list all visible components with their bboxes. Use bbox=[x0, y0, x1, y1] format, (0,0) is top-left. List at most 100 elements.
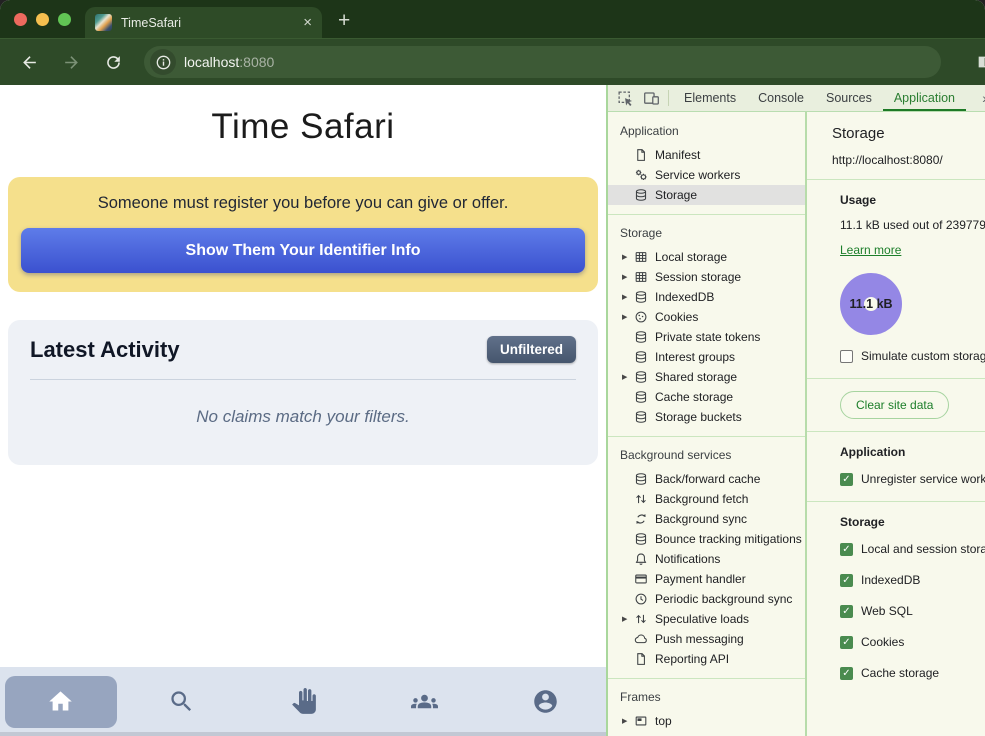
sidebar-item-storage[interactable]: Storage bbox=[608, 185, 805, 205]
tab-elements[interactable]: Elements bbox=[673, 85, 747, 111]
simulate-label: Simulate custom storage bbox=[861, 349, 985, 363]
unregister-row: Unregister service workers bbox=[840, 472, 985, 486]
reload-button[interactable] bbox=[96, 45, 130, 79]
close-window-button[interactable] bbox=[14, 13, 27, 26]
learn-more-link[interactable]: Learn more bbox=[840, 243, 901, 257]
devtools-sidebar: Application Manifest Service workers Sto… bbox=[608, 112, 807, 736]
devtools-panel: Elements Console Sources Application » A… bbox=[606, 85, 985, 736]
device-toolbar-icon[interactable] bbox=[638, 85, 664, 111]
new-tab-button[interactable]: + bbox=[338, 9, 350, 33]
tab-application[interactable]: Application bbox=[883, 85, 966, 111]
bottom-navigation bbox=[0, 667, 606, 736]
clear-data-row: Clear site data including third-party co… bbox=[807, 379, 985, 432]
browser-tab[interactable]: TimeSafari × bbox=[85, 7, 322, 38]
database-icon bbox=[634, 350, 648, 364]
sidebar-item-periodic-background-sync[interactable]: Periodic background sync bbox=[608, 589, 805, 609]
sidebar-item-bounce-tracking[interactable]: Bounce tracking mitigations bbox=[608, 529, 805, 549]
tab-close-icon[interactable]: × bbox=[303, 15, 312, 30]
database-icon bbox=[634, 390, 648, 404]
latest-activity-card: Latest Activity Unfiltered No claims mat… bbox=[8, 320, 598, 465]
nav-search-button[interactable] bbox=[121, 688, 242, 715]
alert-message: Someone must register you before you can… bbox=[21, 194, 585, 213]
sidebar-item-shared-storage[interactable]: Shared storage bbox=[608, 367, 805, 387]
file-icon bbox=[634, 148, 648, 162]
indexeddb-checkbox[interactable] bbox=[840, 574, 853, 587]
hand-icon bbox=[290, 688, 317, 715]
sidebar-item-back-forward-cache[interactable]: Back/forward cache bbox=[608, 469, 805, 489]
expand-arrow-icon[interactable] bbox=[622, 273, 634, 281]
sidebar-item-notifications[interactable]: Notifications bbox=[608, 549, 805, 569]
forward-button[interactable] bbox=[54, 45, 88, 79]
address-bar[interactable]: localhost:8080 bbox=[144, 46, 941, 78]
card-icon bbox=[634, 572, 648, 586]
sidebar-item-background-fetch[interactable]: Background fetch bbox=[608, 489, 805, 509]
cache-storage-checkbox[interactable] bbox=[840, 667, 853, 680]
expand-arrow-icon[interactable] bbox=[622, 717, 634, 725]
expand-arrow-icon[interactable] bbox=[622, 313, 634, 321]
local-session-checkbox[interactable] bbox=[840, 543, 853, 556]
sidebar-item-speculative-loads[interactable]: Speculative loads bbox=[608, 609, 805, 629]
zoom-window-button[interactable] bbox=[58, 13, 71, 26]
expand-arrow-icon[interactable] bbox=[622, 615, 634, 623]
database-icon bbox=[634, 188, 648, 202]
nav-projects-button[interactable] bbox=[242, 688, 363, 715]
usage-donut-chart: 11.1 kB bbox=[840, 273, 902, 335]
unfiltered-button[interactable]: Unfiltered bbox=[487, 336, 576, 363]
sidebar-item-background-sync[interactable]: Background sync bbox=[608, 509, 805, 529]
sidebar-item-manifest[interactable]: Manifest bbox=[608, 145, 805, 165]
sidebar-item-payment-handler[interactable]: Payment handler bbox=[608, 569, 805, 589]
simulate-checkbox[interactable] bbox=[840, 350, 853, 363]
sidebar-item-interest-groups[interactable]: Interest groups bbox=[608, 347, 805, 367]
expand-arrow-icon[interactable] bbox=[622, 253, 634, 261]
sidebar-item-cache-storage[interactable]: Cache storage bbox=[608, 387, 805, 407]
unregister-checkbox[interactable] bbox=[840, 473, 853, 486]
show-identifier-button[interactable]: Show Them Your Identifier Info bbox=[21, 228, 585, 273]
minimize-window-button[interactable] bbox=[36, 13, 49, 26]
sidebar-item-session-storage[interactable]: Session storage bbox=[608, 267, 805, 287]
storage-report: Storage http://localhost:8080/ Usage 11.… bbox=[807, 112, 985, 736]
sidebar-item-top-frame[interactable]: top bbox=[608, 711, 805, 731]
up-down-arrows-icon bbox=[634, 612, 648, 626]
sidebar-item-reporting-api[interactable]: Reporting API bbox=[608, 649, 805, 669]
clear-site-data-button[interactable]: Clear site data bbox=[840, 391, 949, 419]
table-icon bbox=[634, 270, 648, 284]
inspect-element-icon[interactable] bbox=[612, 85, 638, 111]
toolbar-separator bbox=[668, 90, 669, 106]
url-host: localhost bbox=[184, 54, 239, 70]
database-icon bbox=[634, 330, 648, 344]
storage-heading: Storage bbox=[840, 515, 985, 529]
sidebar-item-service-workers[interactable]: Service workers bbox=[608, 165, 805, 185]
sidebar-item-push-messaging[interactable]: Push messaging bbox=[608, 629, 805, 649]
section-storage: Storage bbox=[608, 222, 805, 247]
sidebar-item-indexeddb[interactable]: IndexedDB bbox=[608, 287, 805, 307]
tab-title: TimeSafari bbox=[121, 16, 294, 30]
sidebar-item-cookies[interactable]: Cookies bbox=[608, 307, 805, 327]
sidebar-item-private-state-tokens[interactable]: Private state tokens bbox=[608, 327, 805, 347]
tab-strip: TimeSafari × + bbox=[0, 0, 985, 38]
up-down-arrows-icon bbox=[634, 492, 648, 506]
side-panel-icon[interactable] bbox=[976, 54, 985, 75]
nav-contacts-button[interactable] bbox=[364, 688, 485, 715]
section-frames: Frames bbox=[608, 686, 805, 711]
usage-text: 11.1 kB used out of 239779 bbox=[840, 218, 985, 232]
tab-sources[interactable]: Sources bbox=[815, 85, 883, 111]
simulate-storage-row: Simulate custom storage bbox=[840, 349, 985, 363]
application-heading: Application bbox=[840, 445, 985, 459]
frame-icon bbox=[634, 714, 648, 728]
sidebar-item-local-storage[interactable]: Local storage bbox=[608, 247, 805, 267]
storage-option-row: Cookies bbox=[840, 635, 985, 649]
tab-console[interactable]: Console bbox=[747, 85, 815, 111]
report-origin: http://localhost:8080/ bbox=[832, 153, 985, 167]
nav-home-button[interactable] bbox=[5, 676, 117, 728]
unregister-label: Unregister service workers bbox=[861, 472, 985, 486]
cookies-checkbox[interactable] bbox=[840, 636, 853, 649]
expand-arrow-icon[interactable] bbox=[622, 373, 634, 381]
site-info-icon[interactable] bbox=[150, 49, 176, 75]
sidebar-item-storage-buckets[interactable]: Storage buckets bbox=[608, 407, 805, 427]
expand-arrow-icon[interactable] bbox=[622, 293, 634, 301]
storage-option-row: IndexedDB bbox=[840, 573, 985, 587]
back-button[interactable] bbox=[12, 45, 46, 79]
nav-profile-button[interactable] bbox=[485, 688, 606, 715]
donut-label: 11.1 kB bbox=[849, 297, 892, 311]
websql-checkbox[interactable] bbox=[840, 605, 853, 618]
